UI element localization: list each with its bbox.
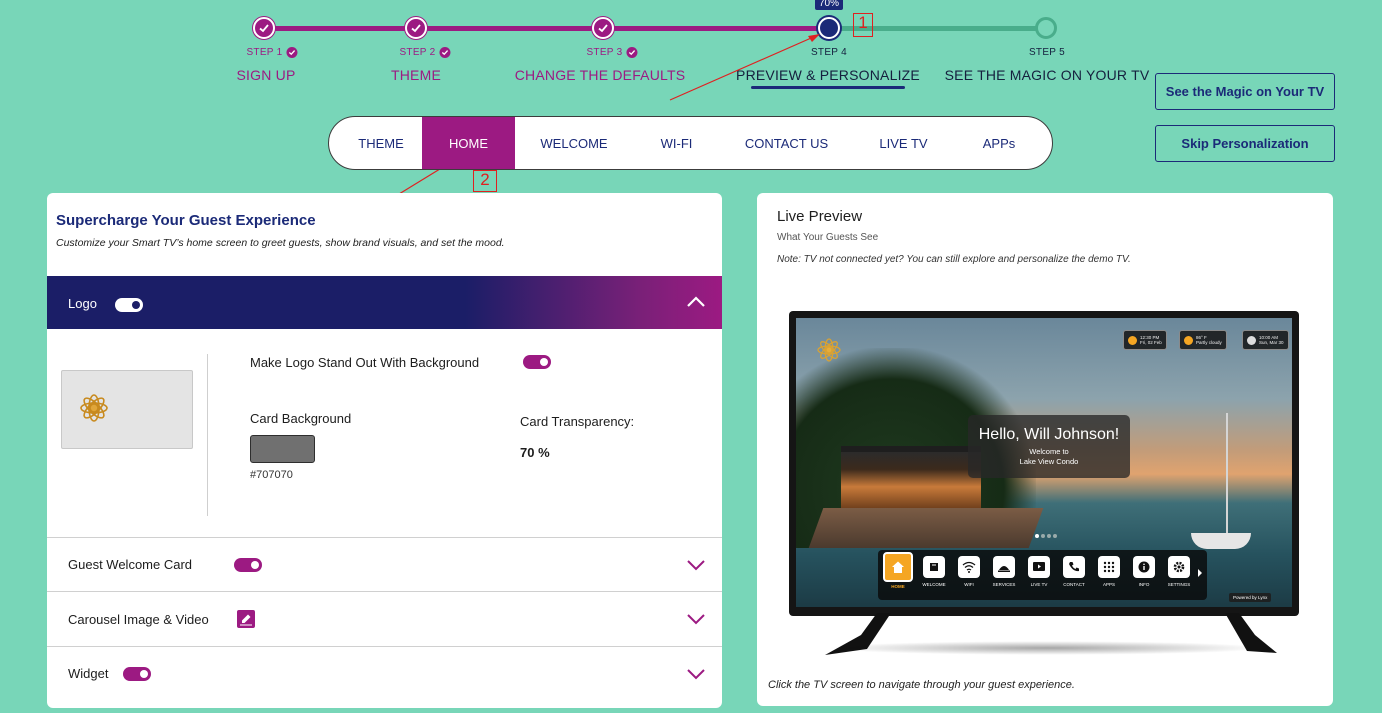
- logo-section-label: Logo: [68, 296, 97, 311]
- tv-welcome-card: Hello, Will Johnson! Welcome to Lake Vie…: [968, 415, 1130, 478]
- tv-dock-contact[interactable]: CONTACT: [1060, 556, 1088, 587]
- live-preview-note: Note: TV not connected yet? You can stil…: [777, 254, 1131, 265]
- annotation-marker-1: 1: [853, 13, 873, 37]
- welcome-icon: [923, 556, 945, 578]
- tv-greeting: Hello, Will Johnson!: [978, 426, 1120, 443]
- tab-wifi[interactable]: WI-FI: [639, 117, 714, 169]
- live-preview-panel: Live Preview What Your Guests See Note: …: [757, 193, 1333, 706]
- tv-dock-home[interactable]: HOME: [880, 552, 916, 589]
- section-divider: [47, 646, 722, 647]
- tab-home[interactable]: HOME: [422, 117, 515, 169]
- tv-dock-apps[interactable]: APPS: [1095, 556, 1123, 587]
- services-icon: [993, 556, 1015, 578]
- panel-subtitle: Customize your Smart TV’s home screen to…: [56, 237, 505, 249]
- chevron-up-icon[interactable]: [686, 295, 706, 309]
- live-tv-icon: [1028, 556, 1050, 578]
- logo-preview[interactable]: [61, 370, 193, 449]
- weather-icon: [1184, 335, 1193, 345]
- tv-dock-wifi[interactable]: WIFI: [955, 556, 983, 587]
- home-icon: [883, 552, 913, 582]
- guest-welcome-card-label[interactable]: Guest Welcome Card: [68, 557, 192, 572]
- wifi-icon: [958, 556, 980, 578]
- logo-section-header[interactable]: Logo: [47, 276, 722, 329]
- skip-personalization-button[interactable]: Skip Personalization: [1155, 125, 1335, 162]
- card-background-swatch[interactable]: [250, 435, 315, 463]
- live-preview-footer: Click the TV screen to navigate through …: [768, 679, 1075, 691]
- tv-dock: HOME WELCOME WIFI SERVICES LIVE TV CONTA…: [878, 550, 1207, 600]
- tv-checkout-chip: 10:00 AM Sun, Mar 30: [1242, 330, 1289, 350]
- tv-dock-live-tv[interactable]: LIVE TV: [1025, 556, 1053, 587]
- card-transparency-label: Card Transparency:: [520, 414, 635, 429]
- live-preview-title: Live Preview: [777, 208, 863, 225]
- annotation-marker-2: 2: [473, 170, 497, 192]
- tv-dock-info[interactable]: INFO: [1130, 556, 1158, 587]
- tab-live-tv[interactable]: LIVE TV: [862, 117, 945, 169]
- chevron-down-icon[interactable]: [686, 558, 706, 572]
- tv-welcome-line1: Welcome to: [1029, 447, 1069, 456]
- tv-welcome-line2: Lake View Condo: [1019, 457, 1079, 466]
- carousel-dots: [1035, 534, 1057, 538]
- tv-screen[interactable]: 12:30 PM Fri, 02 Feb 86° F Partly cloudy 1…: [796, 318, 1292, 607]
- widget-toggle[interactable]: [123, 667, 151, 681]
- home-settings-panel: Supercharge Your Guest Experience Custom…: [47, 193, 722, 708]
- tv-clock-chip: 12:30 PM Fri, 02 Feb: [1123, 330, 1167, 350]
- panel-title: Supercharge Your Guest Experience: [56, 212, 316, 229]
- tv-preview[interactable]: 12:30 PM Fri, 02 Feb 86° F Partly cloudy 1…: [789, 311, 1299, 616]
- tab-welcome[interactable]: WELCOME: [529, 117, 619, 169]
- guest-welcome-card-toggle[interactable]: [234, 558, 262, 572]
- logo-toggle[interactable]: [115, 298, 143, 312]
- tv-dock-welcome[interactable]: WELCOME: [920, 556, 948, 587]
- settings-gear-icon: [1168, 556, 1190, 578]
- phone-icon: [1063, 556, 1085, 578]
- see-magic-button[interactable]: See the Magic on Your TV: [1155, 73, 1335, 110]
- info-icon: [1133, 556, 1155, 578]
- edit-icon[interactable]: [237, 610, 255, 628]
- tv-dock-services[interactable]: SERVICES: [990, 556, 1018, 587]
- brand-logo-icon: [80, 394, 108, 422]
- chevron-down-icon[interactable]: [686, 667, 706, 681]
- stand-out-toggle[interactable]: [523, 355, 551, 369]
- apps-grid-icon: [1098, 556, 1120, 578]
- tv-dock-settings[interactable]: SETTINGS: [1165, 556, 1193, 587]
- live-preview-subtitle: What Your Guests See: [777, 232, 879, 243]
- tv-weather-chip: 86° F Partly cloudy: [1179, 330, 1227, 350]
- section-tabs: THEME HOME WELCOME WI-FI CONTACT US LIVE…: [328, 116, 1053, 170]
- section-divider: [47, 591, 722, 592]
- card-background-label: Card Background: [250, 411, 352, 426]
- powered-by-badge: Powered by Lynx: [1229, 593, 1272, 602]
- section-divider: [47, 537, 722, 538]
- carousel-label[interactable]: Carousel Image & Video: [68, 612, 209, 627]
- stand-out-label: Make Logo Stand Out With Background: [250, 355, 480, 370]
- chevron-down-icon[interactable]: [686, 612, 706, 626]
- tab-contact-us[interactable]: CONTACT US: [734, 117, 839, 169]
- tab-apps[interactable]: APPs: [963, 117, 1035, 169]
- tv-brand-logo-icon: [817, 338, 841, 362]
- dock-next-arrow-icon[interactable]: [1197, 568, 1203, 578]
- widget-label[interactable]: Widget: [68, 666, 108, 681]
- tab-theme[interactable]: THEME: [341, 117, 421, 169]
- clock-icon: [1128, 335, 1137, 345]
- tv-shadow: [827, 641, 1267, 655]
- checkout-icon: [1247, 335, 1256, 345]
- card-background-hex: #707070: [250, 469, 293, 481]
- card-transparency-value[interactable]: 70 %: [520, 445, 550, 460]
- vertical-divider: [207, 354, 208, 516]
